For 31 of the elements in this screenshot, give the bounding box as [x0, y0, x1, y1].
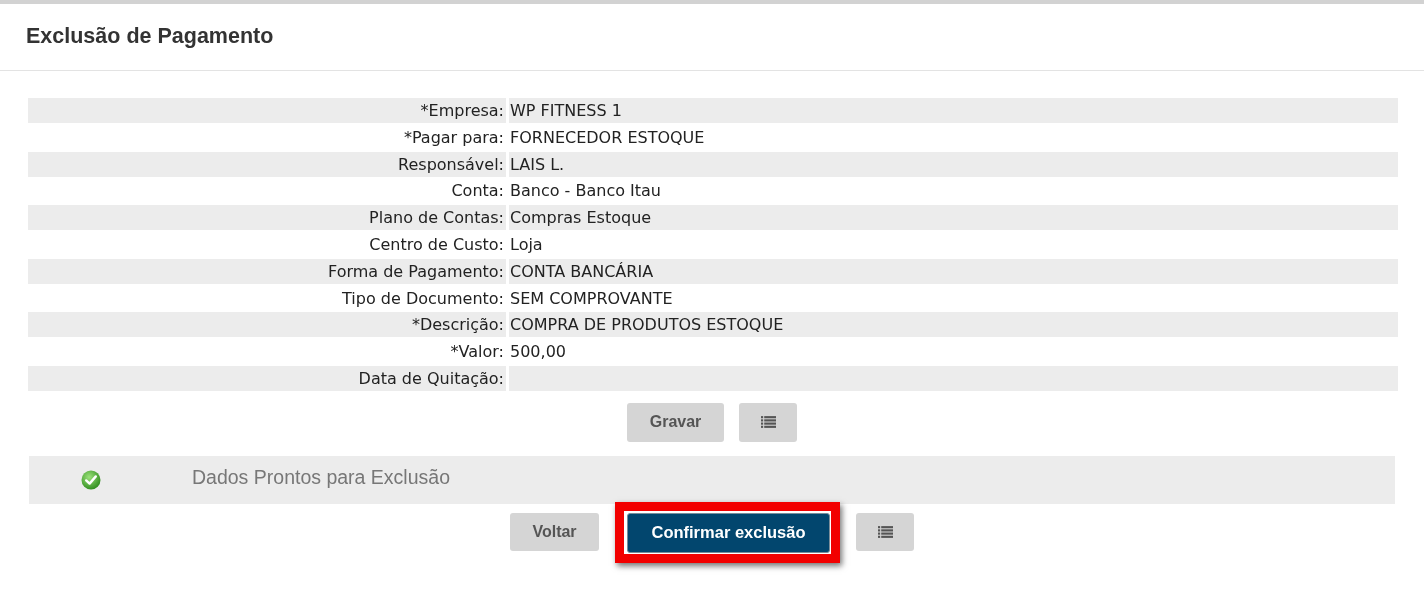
field-label: *Valor: [449, 341, 505, 364]
save-button[interactable]: Gravar [627, 402, 724, 442]
field-value: FORNECEDOR ESTOQUE [509, 126, 706, 149]
status-message: Dados Prontos para Exclusão [192, 466, 450, 490]
field-label: *Descrição: [28, 312, 506, 338]
list-button[interactable] [856, 513, 914, 552]
list-button[interactable] [739, 402, 797, 442]
list-icon [877, 526, 893, 539]
check-circle-icon [81, 469, 101, 490]
field-value: COMPRA DE PRODUTOS ESTOQUE [509, 312, 1398, 338]
field-value: Banco - Banco Itau [509, 180, 662, 203]
list-icon [760, 416, 776, 429]
field-label: Centro de Custo: [368, 234, 505, 256]
field-value: Loja [509, 234, 544, 256]
page-title: Exclusão de Pagamento [26, 23, 274, 49]
field-value: SEM COMPROVANTE [509, 287, 674, 310]
field-label: Data de Quitação: [28, 365, 506, 391]
confirm-button[interactable]: Confirmar exclusão [627, 512, 830, 553]
field-value: LAIS L. [509, 151, 1398, 177]
field-label: Tipo de Documento: [341, 287, 505, 310]
field-label: *Empresa: [28, 98, 506, 123]
field-value: CONTA BANCÁRIA [509, 258, 1398, 284]
field-label: Conta: [450, 180, 505, 203]
field-label: Forma de Pagamento: [28, 258, 506, 284]
back-button[interactable]: Voltar [510, 513, 599, 552]
field-label: Responsável: [28, 151, 506, 177]
field-label: *Pagar para: [402, 126, 505, 149]
field-label: Plano de Contas: [28, 205, 506, 231]
field-value: WP FITNESS 1 [509, 98, 1398, 123]
field-value: Compras Estoque [509, 205, 1398, 231]
field-value: 500,00 [509, 341, 567, 364]
